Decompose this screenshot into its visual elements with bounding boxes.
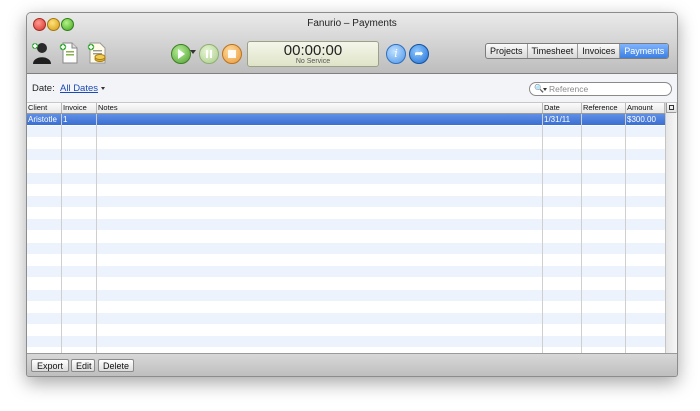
empty-table-row[interactable]: [27, 289, 665, 301]
search-input[interactable]: [549, 83, 664, 95]
empty-table-row[interactable]: [27, 336, 665, 348]
export-button[interactable]: Export: [31, 359, 69, 372]
column-header-notes[interactable]: Notes: [97, 103, 543, 113]
empty-table-row[interactable]: [27, 242, 665, 254]
date-filter-label: Date:: [32, 83, 55, 94]
empty-table-row[interactable]: [27, 149, 665, 161]
empty-table-row[interactable]: [27, 195, 665, 207]
cell-invoice: 1: [63, 115, 68, 124]
filter-bar: Date: All Dates 🔍: [27, 74, 677, 103]
empty-table-row[interactable]: [27, 172, 665, 184]
tab-projects[interactable]: Projects: [486, 44, 528, 58]
tab-invoices[interactable]: Invoices: [578, 44, 621, 58]
column-divider: [625, 114, 626, 353]
empty-table-row[interactable]: [27, 161, 665, 172]
table-header: Client Invoice Notes Date Reference Amou…: [27, 103, 665, 114]
cell-date: 1/31/11: [544, 115, 571, 124]
timer-display: 00:00:00 No Service: [247, 41, 379, 67]
client-icon[interactable]: [30, 41, 54, 65]
bottom-action-bar: Export Edit Delete: [27, 353, 677, 376]
cell-reference: [582, 114, 626, 125]
tab-payments[interactable]: Payments: [620, 44, 669, 58]
edit-button[interactable]: Edit: [71, 359, 95, 372]
payments-table: Aristotle 1 1/31/11 $300.00 Client Invoice …: [27, 103, 665, 353]
view-switcher: Projects Timesheet Invoices Payments: [485, 43, 670, 59]
empty-table-row[interactable]: [27, 219, 665, 231]
column-picker-icon[interactable]: [666, 103, 676, 113]
chevron-down-icon[interactable]: [101, 87, 105, 90]
tab-timesheet[interactable]: Timesheet: [528, 44, 579, 58]
table-row[interactable]: Aristotle 1 1/31/11 $300.00: [27, 114, 665, 125]
empty-table-row[interactable]: [27, 312, 665, 324]
cell-notes: [97, 114, 543, 125]
column-header-client[interactable]: Client: [27, 103, 62, 113]
vertical-scrollbar[interactable]: [665, 113, 677, 353]
empty-table-row[interactable]: [27, 137, 665, 148]
column-header-amount[interactable]: Amount: [626, 103, 665, 113]
stop-icon[interactable]: [222, 44, 242, 64]
pause-icon[interactable]: [199, 44, 219, 64]
delete-button[interactable]: Delete: [98, 359, 134, 372]
empty-table-row[interactable]: [27, 278, 665, 289]
timer-time: 00:00:00: [283, 42, 343, 59]
column-divider: [96, 114, 97, 353]
column-header-reference[interactable]: Reference: [582, 103, 626, 113]
play-menu-chevron-icon[interactable]: [190, 50, 196, 54]
column-header-invoice[interactable]: Invoice: [62, 103, 97, 113]
window-toolbar: Fanurio – Payments 00:00:00 No Service i: [27, 13, 677, 74]
empty-table-row[interactable]: [27, 208, 665, 219]
empty-table-row[interactable]: [27, 301, 665, 312]
timer-status: No Service: [295, 58, 331, 65]
search-field[interactable]: 🔍: [529, 82, 672, 96]
new-invoice-icon[interactable]: [85, 41, 109, 65]
empty-table-row[interactable]: [27, 266, 665, 278]
empty-table-row[interactable]: [27, 231, 665, 242]
window-title: Fanurio – Payments: [307, 18, 397, 29]
sync-icon[interactable]: ➦: [409, 44, 429, 64]
app-window: Fanurio – Payments 00:00:00 No Service i: [26, 12, 678, 377]
date-filter-dropdown[interactable]: All Dates: [60, 83, 98, 94]
empty-table-row[interactable]: [27, 254, 665, 265]
empty-table-row[interactable]: [27, 184, 665, 195]
empty-table-row[interactable]: [27, 325, 665, 336]
cell-amount: $300.00: [627, 115, 656, 124]
info-icon[interactable]: i: [386, 44, 406, 64]
new-document-icon[interactable]: [57, 41, 81, 65]
empty-table-row[interactable]: [27, 125, 665, 137]
column-header-date[interactable]: Date: [543, 103, 582, 113]
column-divider: [581, 114, 582, 353]
search-options-chevron-icon[interactable]: [543, 88, 547, 91]
cell-client: Aristotle: [28, 115, 57, 124]
column-divider: [542, 114, 543, 353]
column-divider: [61, 114, 62, 353]
play-icon[interactable]: [171, 44, 191, 64]
